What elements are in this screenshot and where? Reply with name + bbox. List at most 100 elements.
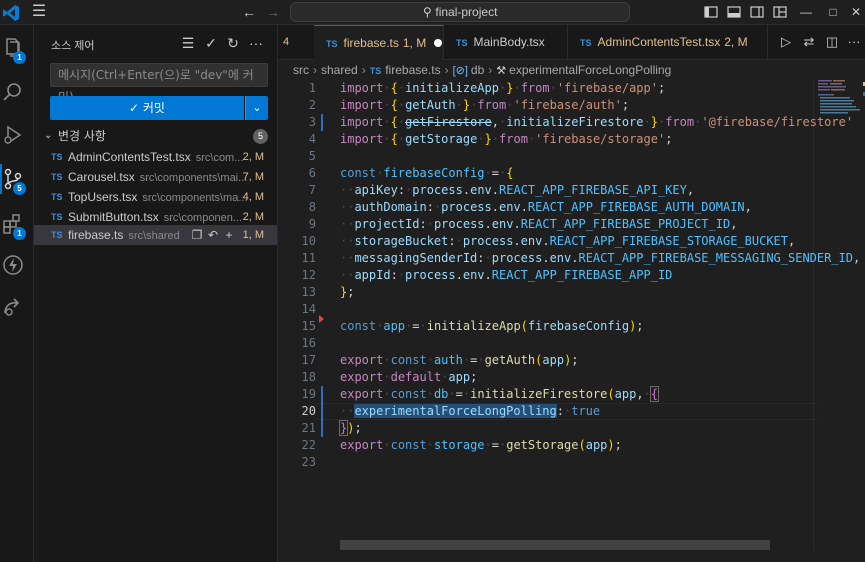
code-line-current: 20 ··experimentalForceLongPolling:·true [278, 403, 818, 420]
toggle-secondary-sidebar-icon[interactable] [749, 4, 765, 20]
minimize-icon[interactable]: — [796, 3, 816, 21]
tab-firebase-ts[interactable]: TS firebase.ts 1, M [314, 25, 444, 60]
toggle-panel-icon[interactable] [726, 4, 742, 20]
file-path: src\shared [128, 230, 180, 242]
toggle-sidebar-icon[interactable] [703, 4, 719, 20]
tab-label: MainBody.tsx [473, 35, 545, 49]
changed-file-row[interactable]: TS AdminContentsTest.tsx src\com... 2, M [34, 147, 277, 167]
line-number: 16 [301, 336, 316, 350]
code-line: 18 export·default·app; [278, 369, 818, 386]
line-number: 17 [301, 353, 316, 367]
run-debug-icon [4, 125, 22, 145]
breadcrumb-item[interactable]: src [293, 63, 309, 77]
file-path: src\componen... [163, 212, 242, 224]
line-number: 3 [308, 115, 316, 129]
file-path: src\com... [195, 152, 244, 164]
maximize-icon[interactable]: □ [823, 3, 843, 21]
editor-tabs: 4 TS firebase.ts 1, M TS MainBody.tsx TS Adm… [278, 25, 865, 60]
close-icon[interactable]: ✕ [846, 3, 865, 21]
more-actions-icon[interactable]: ··· [248, 35, 264, 51]
discard-changes-icon[interactable]: ↶ [205, 225, 221, 245]
search-icon: ⚲ [422, 5, 432, 19]
file-name-wrap: firebase.ts src\shared [68, 225, 180, 245]
breadcrumb-item[interactable]: experimentalForceLongPolling [509, 63, 671, 77]
code-text: const·app·=·initializeApp(firebaseConfig… [340, 319, 644, 333]
split-editor-icon[interactable]: ◫ [824, 34, 840, 50]
changes-section-header[interactable]: ⌄ 변경 사항 5 [44, 127, 268, 145]
unsaved-dot-icon[interactable] [434, 39, 443, 47]
code-text: const·firebaseConfig·=·{ [340, 166, 514, 180]
line-number: 19 [301, 387, 316, 401]
line-number: 20 [301, 404, 316, 418]
code-text: export·default·app; [340, 370, 478, 384]
code-text: ··apiKey:·process.env.REACT_APP_FIREBASE… [340, 183, 695, 197]
code-line: 8 ··authDomain:·process.env.REACT_APP_FIR… [278, 199, 818, 216]
line-number: 13 [301, 285, 316, 299]
file-name-wrap: Carousel.tsx src\components\mai... [68, 167, 247, 187]
commit-dropdown-button[interactable]: ⌄ [245, 96, 268, 120]
menu-icon[interactable]: ☰ [30, 3, 48, 21]
activity-extensions[interactable]: 1 [0, 207, 34, 241]
run-icon[interactable]: ▷ [778, 34, 794, 50]
code-text: ··projectId:·process.env.REACT_APP_FIREB… [340, 217, 738, 231]
tab-overflow-count: 4 [283, 36, 290, 48]
activity-explorer[interactable]: 1 [0, 31, 34, 65]
line-number: 4 [308, 132, 316, 146]
code-text: ··experimentalForceLongPolling:·true [340, 404, 601, 418]
customize-layout-icon[interactable] [772, 4, 788, 20]
code-line: 12 ··appId:·process.env.REACT_APP_FIREBAS… [278, 267, 818, 284]
typescript-file-icon: TS [326, 39, 338, 49]
changes-label: 변경 사항 [58, 129, 106, 143]
refresh-icon[interactable]: ↻ [225, 35, 241, 51]
title-bar: ☰ ← → ⚲ final-project — □ ✕ [0, 0, 865, 25]
breadcrumb-item[interactable]: firebase.ts [385, 63, 440, 77]
changed-file-row[interactable]: TS Carousel.tsx src\components\mai... 7, … [34, 167, 277, 187]
line-number: 14 [301, 302, 316, 316]
line-number: 5 [308, 149, 316, 163]
code-line: 19 export·const·db·=·initializeFirestore(… [278, 386, 818, 403]
breadcrumb-item[interactable]: db [471, 63, 484, 77]
back-arrow-icon[interactable]: ← [240, 3, 258, 21]
typescript-file-icon: TS [51, 212, 63, 222]
changed-file-row-selected[interactable]: TS firebase.ts src\shared ❐ ↶ + 1, M [34, 225, 277, 245]
activity-search[interactable] [0, 75, 34, 109]
tab-mainbody-tsx[interactable]: TS MainBody.tsx [444, 25, 568, 60]
activity-run-debug[interactable] [0, 118, 34, 152]
activity-live-share[interactable] [0, 290, 34, 324]
changed-file-row[interactable]: TS SubmitButton.tsx src\componen... 2, M [34, 207, 277, 227]
typescript-file-icon: TS [51, 172, 63, 182]
code-text: ··authDomain:·process.env.REACT_APP_FIRE… [340, 200, 752, 214]
line-number: 2 [308, 98, 316, 112]
stage-changes-icon[interactable]: + [221, 225, 237, 245]
typescript-file-icon: TS [369, 66, 382, 76]
command-center-search[interactable]: ⚲ final-project [290, 2, 630, 22]
code-line: 16 [278, 335, 818, 352]
breadcrumb-item[interactable]: shared [321, 63, 358, 77]
commit-message-input[interactable]: 메시지(Ctrl+Enter(으)로 "dev"에 커밋) [50, 63, 268, 104]
minimap[interactable] [816, 80, 865, 120]
view-as-list-icon[interactable]: ☰ [180, 35, 196, 51]
commit-button[interactable]: ✓ 커밋 [50, 96, 244, 120]
code-text: export·const·storage·=·getStorage(app); [340, 438, 622, 452]
line-number: 18 [301, 370, 316, 384]
chevron-right-icon: › [313, 63, 317, 77]
code-editor[interactable]: 1 import·{·initializeApp·}·from·'firebase… [278, 80, 865, 562]
forward-arrow-icon[interactable]: → [264, 3, 282, 21]
commit-check-icon[interactable]: ✓ [203, 35, 219, 51]
code-text: ··storageBucket:·process.env.REACT_APP_F… [340, 234, 796, 248]
activity-remote[interactable] [0, 248, 34, 282]
code-text: import·{·getAuth·}·from·'firebase/auth'; [340, 98, 630, 112]
open-file-icon[interactable]: ❐ [189, 225, 205, 245]
code-line: 23 [278, 454, 818, 471]
line-number: 6 [308, 166, 316, 180]
changed-file-row[interactable]: TS TopUsers.tsx src\components\ma... 4, M [34, 187, 277, 207]
more-actions-icon[interactable]: ··· [846, 34, 862, 50]
tab-label: AdminContentsTest.tsx [597, 35, 721, 49]
compare-changes-icon[interactable]: ⇄ [801, 34, 817, 50]
tab-admincontentstest-tsx[interactable]: TS AdminContentsTest.tsx 2, M [568, 25, 768, 60]
activity-source-control[interactable]: 5 [0, 162, 34, 196]
line-number: 9 [308, 217, 316, 231]
typescript-file-icon: TS [456, 38, 468, 48]
code-line: 2 import·{·getAuth·}·from·'firebase/auth'… [278, 97, 818, 114]
horizontal-scrollbar[interactable] [340, 540, 770, 550]
